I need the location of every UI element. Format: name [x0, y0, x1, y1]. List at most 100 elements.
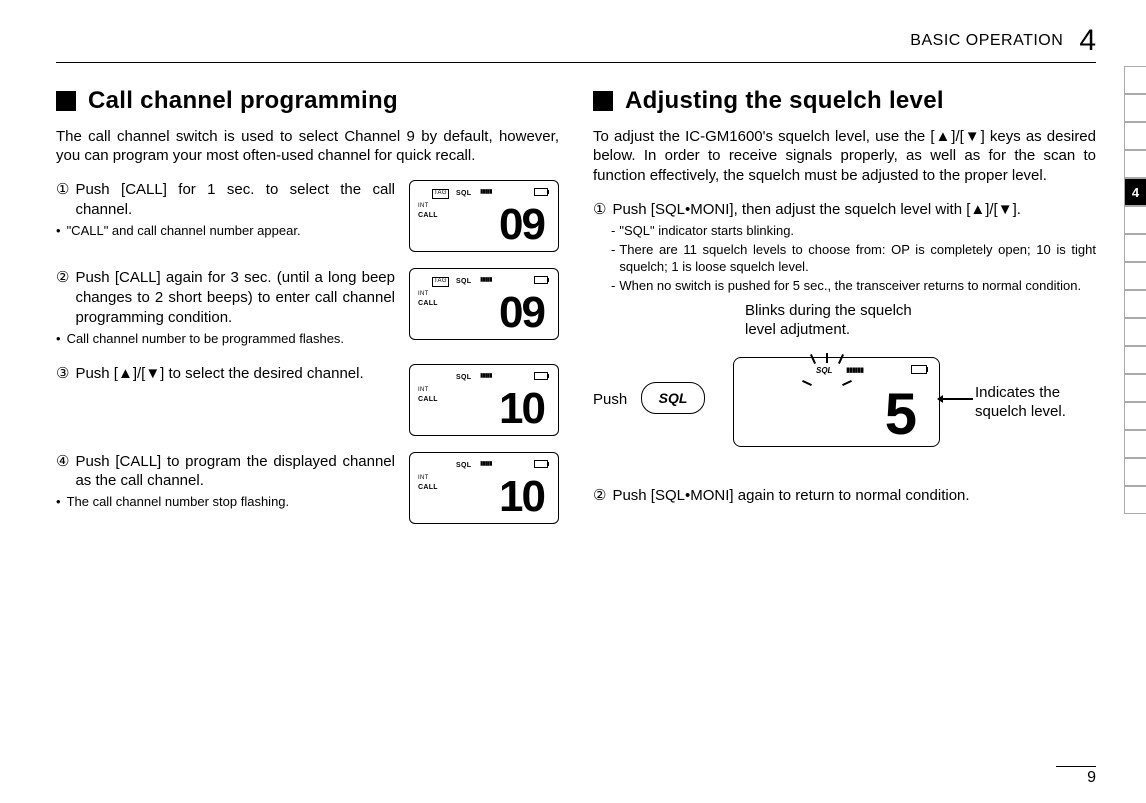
step-note: "CALL" and call channel number appear.: [67, 223, 301, 240]
step-text: Push [CALL] for 1 sec. to select the cal…: [75, 180, 395, 220]
lcd-int-indicator: INT: [418, 475, 429, 483]
bullet-icon: •: [56, 331, 61, 348]
step-number: ③: [56, 364, 69, 384]
lcd-illustration: TAG SQL ▮▮▮▮▮ INT CALL 09: [409, 268, 559, 340]
lcd-squelch-digit: 5: [885, 386, 917, 444]
section-intro: To adjust the IC-GM1600's squelch level,…: [593, 127, 1096, 186]
flash-mark-icon: [810, 355, 816, 365]
lcd-signal-bars-icon: ▮▮▮▮▮: [480, 461, 492, 469]
bullet-icon: •: [56, 494, 61, 511]
lcd-sql-indicator: SQL: [456, 189, 471, 198]
step-number: ①: [56, 180, 69, 220]
lcd-signal-bars-icon: ▮▮▮▮▮▮: [846, 366, 863, 375]
lcd-signal-bars-icon: ▮▮▮▮▮: [480, 277, 492, 285]
side-tab: [1124, 150, 1146, 178]
step-number: ②: [56, 268, 69, 327]
lcd-channel-digits: 10: [499, 475, 544, 519]
lcd-illustration: TAG SQL ▮▮▮▮▮ INT CALL 09: [409, 180, 559, 252]
lcd-illustration: SQL ▮▮▮▮▮ INT CALL 10: [409, 364, 559, 436]
lcd-battery-icon: [534, 188, 548, 196]
step-text: Push [CALL] to program the displayed cha…: [75, 452, 395, 492]
side-tab: [1124, 206, 1146, 234]
step-text: Push [CALL] again for 3 sec. (until a lo…: [75, 268, 395, 327]
dash-icon: -: [611, 222, 615, 239]
step-number: ①: [593, 200, 606, 220]
square-bullet-icon: [593, 91, 613, 111]
lcd-signal-bars-icon: ▮▮▮▮▮: [480, 189, 492, 197]
lcd-illustration: SQL ▮▮▮▮▮ INT CALL 10: [409, 452, 559, 524]
page-number: 9: [1056, 766, 1096, 787]
side-tab: [1124, 486, 1146, 514]
lcd-illustration: SQL ▮▮▮▮▮▮ 5: [733, 357, 940, 447]
right-column: Adjusting the squelch level To adjust th…: [593, 85, 1096, 540]
step-item: ① Push [SQL•MONI], then adjust the squel…: [593, 200, 1096, 294]
side-tab: [1124, 346, 1146, 374]
lcd-tag-indicator: TAG: [432, 189, 449, 199]
section-intro: The call channel switch is used to selec…: [56, 127, 559, 167]
step-note: Call channel number to be programmed fla…: [67, 331, 344, 348]
arrow-icon: [943, 398, 973, 400]
lcd-sql-indicator: SQL: [456, 461, 471, 470]
flash-mark-icon: [826, 353, 828, 363]
lcd-signal-bars-icon: ▮▮▮▮▮: [480, 373, 492, 381]
flash-mark-icon: [842, 380, 852, 386]
side-tab: [1124, 430, 1146, 458]
lcd-battery-icon: [534, 276, 548, 284]
side-tab: [1124, 290, 1146, 318]
lcd-call-indicator: CALL: [418, 211, 438, 220]
diagram-caption-top: Blinks during the squelch level adjutmen…: [745, 302, 945, 340]
section-heading: Adjusting the squelch level: [593, 85, 1096, 117]
step-subnote: "SQL" indicator starts blinking.: [619, 222, 794, 239]
dash-icon: -: [611, 277, 615, 294]
side-tab: [1124, 234, 1146, 262]
side-tab: [1124, 262, 1146, 290]
section-heading: Call channel programming: [56, 85, 559, 117]
side-tab: [1124, 318, 1146, 346]
side-tab: [1124, 66, 1146, 94]
lcd-int-indicator: INT: [418, 387, 429, 395]
lcd-battery-icon: [534, 372, 548, 380]
diagram-caption-right: Indicates the squelch level.: [975, 384, 1095, 422]
step-item: ③ Push [▲]/[▼] to select the desired cha…: [56, 364, 559, 436]
lcd-channel-digits: 10: [499, 387, 544, 431]
flash-mark-icon: [838, 355, 844, 365]
header-chapter-number: 4: [1079, 24, 1096, 58]
left-column: Call channel programming The call channe…: [56, 85, 559, 540]
step-number: ②: [593, 486, 606, 506]
step-item: ② Push [CALL] again for 3 sec. (until a …: [56, 268, 559, 347]
section-title: Call channel programming: [88, 85, 398, 117]
step-number: ④: [56, 452, 69, 492]
bullet-icon: •: [56, 223, 61, 240]
side-tab: [1124, 458, 1146, 486]
step-subnote: When no switch is pushed for 5 sec., the…: [619, 277, 1081, 294]
step-item: ① Push [CALL] for 1 sec. to select the c…: [56, 180, 559, 252]
side-tab: [1124, 374, 1146, 402]
flash-mark-icon: [802, 380, 812, 386]
lcd-battery-icon: [534, 460, 548, 468]
side-tab: [1124, 122, 1146, 150]
lcd-call-indicator: CALL: [418, 395, 438, 404]
step-text: Push [SQL•MONI] again to return to norma…: [612, 486, 1096, 506]
push-label: Push: [593, 390, 627, 410]
step-subnote: There are 11 squelch levels to choose fr…: [619, 241, 1096, 275]
lcd-call-indicator: CALL: [418, 483, 438, 492]
step-text: Push [▲]/[▼] to select the desired chann…: [75, 364, 395, 384]
lcd-sql-indicator: SQL: [456, 373, 471, 382]
squelch-diagram: Blinks during the squelch level adjutmen…: [593, 302, 1096, 472]
step-item: ② Push [SQL•MONI] again to return to nor…: [593, 486, 1096, 506]
step-item: ④ Push [CALL] to program the displayed c…: [56, 452, 559, 524]
step-text: Push [SQL•MONI], then adjust the squelch…: [612, 200, 1096, 220]
section-title: Adjusting the squelch level: [625, 85, 944, 117]
step-note: The call channel number stop flashing.: [67, 494, 290, 511]
lcd-int-indicator: INT: [418, 291, 429, 299]
sql-button-illustration: SQL: [641, 382, 705, 414]
side-tab: [1124, 402, 1146, 430]
lcd-int-indicator: INT: [418, 203, 429, 211]
page-header: BASIC OPERATION 4: [56, 24, 1096, 63]
lcd-call-indicator: CALL: [418, 299, 438, 308]
lcd-sql-indicator: SQL: [816, 366, 832, 377]
header-title: BASIC OPERATION: [910, 32, 1063, 50]
side-tab-active: 4: [1124, 178, 1146, 206]
lcd-tag-indicator: TAG: [432, 277, 449, 287]
lcd-channel-digits: 09: [499, 291, 544, 335]
